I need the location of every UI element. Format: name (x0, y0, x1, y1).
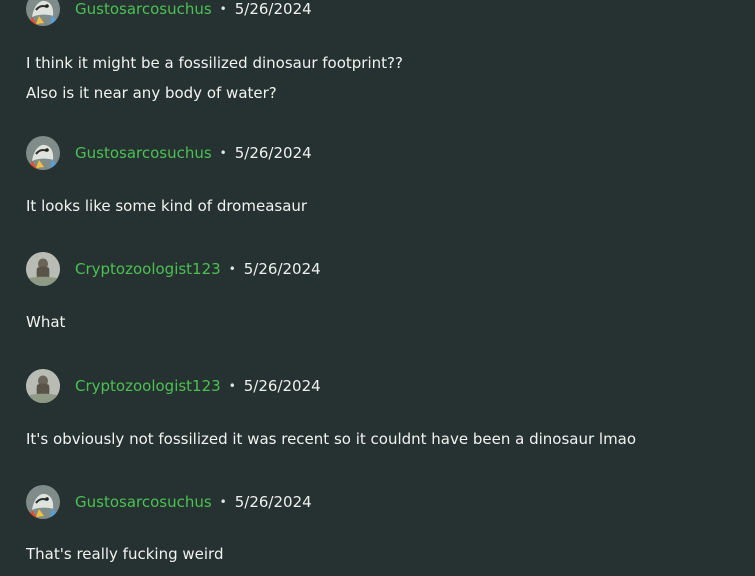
comment-body: What (26, 307, 726, 337)
avatar[interactable] (26, 0, 60, 26)
separator-dot: • (228, 379, 236, 393)
reptile-avatar-icon (26, 0, 60, 26)
comment-item: Gustosarcosuchus • 5/26/2024 I think it … (26, 0, 726, 108)
avatar[interactable] (26, 252, 60, 286)
comment-header: Gustosarcosuchus • 5/26/2024 (26, 136, 726, 170)
comment-header: Gustosarcosuchus • 5/26/2024 (26, 0, 726, 26)
comment-item: Gustosarcosuchus • 5/26/2024 That's real… (26, 485, 726, 569)
avatar[interactable] (26, 136, 60, 170)
separator-dot: • (219, 146, 227, 160)
comment-date: 5/26/2024 (234, 0, 312, 18)
comment-text: It looks like some kind of dromeasaur (26, 197, 308, 215)
cryptid-avatar-icon (26, 369, 60, 403)
separator-dot: • (219, 495, 227, 509)
reptile-avatar-icon (26, 485, 60, 519)
comment-author[interactable]: Cryptozoologist123 (75, 377, 221, 395)
comment-item: Gustosarcosuchus • 5/26/2024 It looks li… (26, 136, 726, 221)
reptile-avatar-icon (26, 136, 60, 170)
comment-author[interactable]: Gustosarcosuchus (75, 493, 212, 511)
avatar[interactable] (26, 369, 60, 403)
comment-author[interactable]: Gustosarcosuchus (75, 0, 212, 18)
comment-body: I think it might be a fossilized dinosau… (26, 48, 726, 108)
separator-dot: • (219, 2, 227, 16)
comment-date: 5/26/2024 (243, 377, 321, 395)
comment-text: It's obviously not fossilized it was rec… (26, 430, 637, 448)
comment-date: 5/26/2024 (234, 493, 312, 511)
cryptid-avatar-icon (26, 252, 60, 286)
comment-text: What (26, 313, 66, 331)
comment-header: Cryptozoologist123 • 5/26/2024 (26, 252, 726, 286)
comment-author[interactable]: Gustosarcosuchus (75, 144, 212, 162)
comment-date: 5/26/2024 (234, 144, 312, 162)
comment-item: Cryptozoologist123 • 5/26/2024 It's obvi… (26, 369, 726, 454)
comment-text: I think it might be a fossilized dinosau… (26, 54, 403, 72)
comment-header: Cryptozoologist123 • 5/26/2024 (26, 369, 726, 403)
comment-text: Also is it near any body of water? (26, 84, 277, 102)
comment-item: Cryptozoologist123 • 5/26/2024 What (26, 252, 726, 337)
separator-dot: • (228, 262, 236, 276)
comment-header: Gustosarcosuchus • 5/26/2024 (26, 485, 726, 519)
comment-author[interactable]: Cryptozoologist123 (75, 260, 221, 278)
comment-date: 5/26/2024 (243, 260, 321, 278)
comment-body: It looks like some kind of dromeasaur (26, 191, 726, 221)
comment-body: That's really fucking weird (26, 539, 726, 569)
avatar[interactable] (26, 485, 60, 519)
comment-text: That's really fucking weird (26, 545, 224, 563)
comment-body: It's obviously not fossilized it was rec… (26, 424, 726, 454)
